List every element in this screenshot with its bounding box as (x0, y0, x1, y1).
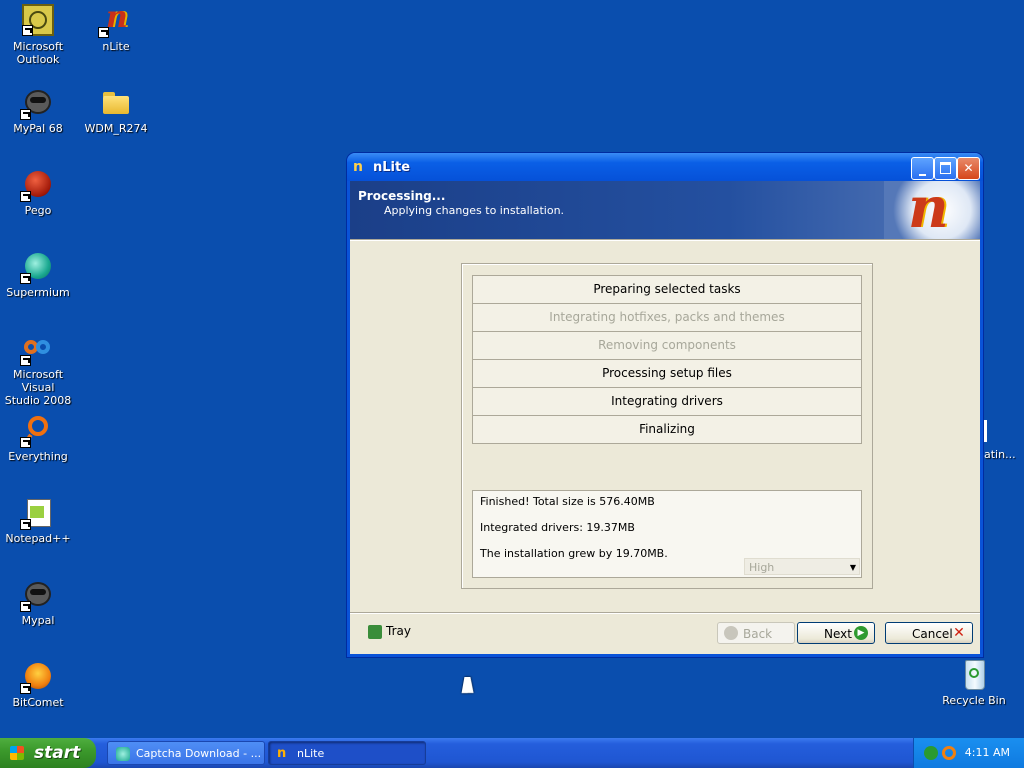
desktop-icon-label: Microsoft Visual Studio 2008 (4, 368, 72, 407)
next-button[interactable]: Next ▶ (797, 622, 875, 644)
desktop-icon-notepadpp[interactable]: Notepad++ (0, 496, 76, 545)
taskbar-item-label: nLite (297, 747, 325, 760)
desktop-partial-icon-label: atin... (984, 448, 1016, 461)
back-label: Back (743, 627, 773, 641)
desktop-partial-icon (984, 420, 987, 442)
tray-button[interactable]: Tray (368, 624, 411, 639)
desktop-icon-everything[interactable]: Everything (0, 414, 76, 463)
nlite-icon: n (98, 0, 132, 38)
close-button[interactable]: ✕ (957, 157, 980, 180)
back-arrow-icon (724, 626, 738, 640)
everything-icon (20, 414, 54, 448)
chevron-down-icon: ▼ (849, 563, 856, 572)
back-button[interactable]: Back (717, 622, 795, 644)
taskbar-item-nlite[interactable]: n nLite (268, 741, 426, 765)
nlite-window: n nLite ✕ Processing... Applying changes… (347, 153, 983, 657)
task-item: Finalizing (472, 416, 862, 444)
task-item: Processing setup files (472, 360, 862, 388)
network-icon[interactable] (924, 746, 938, 760)
task-list: Preparing selected tasks Integrating hot… (472, 275, 862, 444)
desktop-icon-nlite[interactable]: n nLite (78, 0, 154, 53)
cancel-button[interactable]: Cancel ✕ (885, 622, 973, 644)
window-title: nLite (373, 160, 411, 175)
maximize-icon (940, 162, 951, 174)
desktop-icon-label: Recycle Bin (942, 694, 1006, 707)
notepadpp-icon (20, 496, 54, 530)
system-tray: 4:11 AM (913, 738, 1024, 768)
window-client: Processing... Applying changes to instal… (350, 175, 980, 654)
desktop-icon-label: Supermium (6, 286, 70, 299)
cancel-label: Cancel (912, 627, 953, 641)
bitcomet-icon (20, 660, 54, 694)
priority-select[interactable]: High ▼ (744, 558, 860, 575)
desktop-icon-label: Everything (8, 450, 68, 463)
desktop-icon-label: Mypal (21, 614, 55, 627)
mouse-cursor (461, 677, 477, 693)
taskbar-item-label: Captcha Download - ... (136, 747, 262, 760)
task-item: Integrating drivers (472, 388, 862, 416)
progress-panel: Preparing selected tasks Integrating hot… (461, 263, 873, 589)
close-icon: ✕ (963, 161, 974, 175)
visual-studio-icon (20, 332, 54, 366)
taskbar: start Captcha Download - ... n nLite 4:1… (0, 738, 1024, 768)
desktop-icon-label: WDM_R274 (84, 122, 148, 135)
desktop-icon-wdm[interactable]: WDM_R274 (78, 86, 154, 135)
desktop-icon-label: BitComet (12, 696, 64, 709)
cancel-x-icon: ✕ (953, 625, 965, 641)
desktop-icon-mypal68[interactable]: MyPal 68 (0, 86, 76, 135)
start-label: start (34, 743, 81, 763)
start-button[interactable]: start (0, 738, 96, 768)
taskbar-item-captcha[interactable]: Captcha Download - ... (107, 741, 265, 765)
result-info-box: Finished! Total size is 576.40MB Integra… (472, 490, 862, 578)
info-growth: The installation grew by 19.70MB. (480, 547, 668, 560)
pego-icon (20, 168, 54, 202)
mypal-icon (20, 578, 54, 612)
priority-select-value: High (749, 561, 775, 574)
tray-label: Tray (386, 624, 411, 638)
desktop-icon-bitcomet[interactable]: BitComet (0, 660, 76, 709)
clock: 4:11 AM (964, 746, 1010, 759)
window-titlebar[interactable]: n nLite ✕ (347, 153, 983, 181)
tray-download-icon (368, 624, 382, 639)
desktop-icon-pego[interactable]: Pego (0, 168, 76, 217)
desktop-icon-recycle-bin[interactable]: Recycle Bin (936, 658, 1012, 707)
header-divider (350, 239, 980, 241)
nlite-icon: n (277, 746, 287, 761)
desktop-icon-mypal[interactable]: Mypal (0, 578, 76, 627)
desktop-icon-label: Notepad++ (5, 532, 71, 545)
task-item: Integrating hotfixes, packs and themes (472, 304, 862, 332)
folder-icon (100, 86, 132, 118)
desktop-icon-label: Pego (24, 204, 52, 217)
browser-icon (116, 747, 130, 761)
info-drivers: Integrated drivers: 19.37MB (480, 521, 635, 534)
desktop-icon-label: nLite (102, 40, 130, 53)
info-total-size: Finished! Total size is 576.40MB (480, 495, 655, 508)
header-subtitle: Applying changes to installation. (384, 204, 565, 217)
outlook-icon (22, 4, 54, 36)
desktop-icon-label: MyPal 68 (13, 122, 63, 135)
footer-divider (350, 612, 980, 614)
nlite-app-icon: n (353, 159, 363, 175)
task-item: Preparing selected tasks (472, 275, 862, 304)
recycle-bin-icon (958, 658, 990, 690)
desktop-icon-supermium[interactable]: Supermium (0, 250, 76, 299)
mypal-icon (20, 86, 54, 120)
next-label: Next (824, 627, 852, 641)
windows-logo-icon (10, 746, 24, 760)
next-arrow-icon: ▶ (854, 626, 868, 640)
desktop-icon-outlook[interactable]: Microsoft Outlook (0, 4, 76, 66)
desktop-icon-label: Microsoft Outlook (12, 40, 64, 66)
supermium-icon (20, 250, 54, 284)
desktop-icon-visual-studio[interactable]: Microsoft Visual Studio 2008 (0, 332, 76, 407)
nlite-logo: n (884, 175, 980, 241)
search-icon[interactable] (942, 746, 956, 760)
wizard-header: Processing... Applying changes to instal… (350, 175, 980, 241)
task-item: Removing components (472, 332, 862, 360)
header-title: Processing... (358, 189, 446, 203)
